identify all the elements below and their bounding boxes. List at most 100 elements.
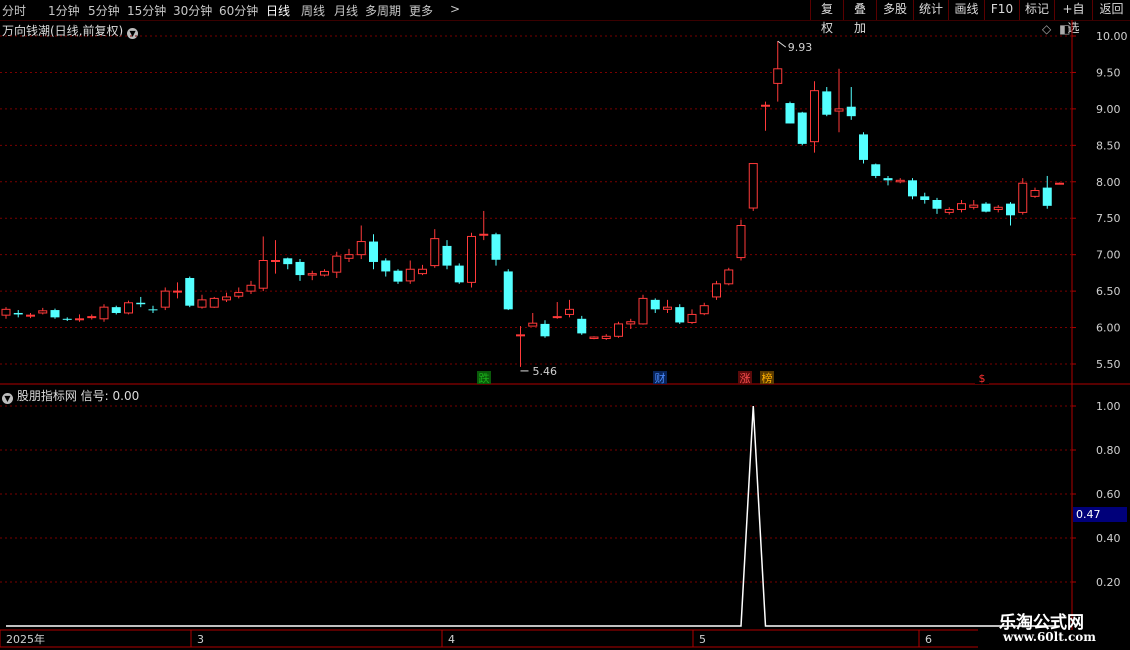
time-axis-label-2: 4 bbox=[448, 633, 455, 646]
candle-body bbox=[381, 260, 391, 272]
candle-body bbox=[932, 200, 942, 209]
candle-body bbox=[13, 312, 23, 315]
candle-body bbox=[687, 313, 697, 323]
event-label-0: 跌 bbox=[479, 371, 490, 385]
indicator-tick-label: 0.60 bbox=[1096, 488, 1121, 501]
watermark: 乐淘公式网 www.60lt.com bbox=[985, 606, 1130, 650]
candle-body bbox=[920, 196, 930, 200]
event-label-1: 财 bbox=[655, 371, 666, 385]
candle-body bbox=[258, 259, 268, 289]
price-tick-label: 10.00 bbox=[1096, 30, 1128, 43]
price-tick-label: 9.50 bbox=[1096, 66, 1121, 79]
signal-line bbox=[6, 405, 1060, 627]
price-tick-label: 5.50 bbox=[1096, 358, 1121, 371]
candle-body bbox=[136, 302, 146, 305]
candle-body bbox=[516, 334, 525, 337]
candle-body bbox=[369, 241, 378, 262]
candle-body bbox=[528, 322, 538, 327]
candle-body bbox=[675, 307, 685, 323]
candle-body bbox=[1018, 182, 1028, 213]
candle-body bbox=[87, 316, 97, 319]
time-axis-label-1: 3 bbox=[197, 633, 204, 646]
candle-body bbox=[454, 265, 464, 283]
candle-body bbox=[1006, 203, 1015, 216]
price-tick-label: 9.00 bbox=[1096, 103, 1121, 116]
candle-body bbox=[271, 259, 280, 262]
candle-body bbox=[761, 104, 770, 107]
candle-body bbox=[626, 321, 636, 325]
indicator-tick-label: 0.20 bbox=[1096, 576, 1121, 589]
kline-chart[interactable]: 10.00 9.50 9.00 8.50 8.00 7.50 7.00 6.50 6.00 5.5… bbox=[0, 0, 1130, 650]
candle-body bbox=[124, 302, 133, 314]
candle-body bbox=[944, 208, 954, 213]
candle-body bbox=[1042, 187, 1052, 206]
candle-body bbox=[748, 163, 758, 209]
candle-body bbox=[38, 310, 48, 314]
indicator-tick-label: 1.00 bbox=[1096, 400, 1121, 413]
candle-body bbox=[442, 245, 452, 266]
watermark-url: www.60lt.com bbox=[1003, 630, 1096, 644]
candle-body bbox=[479, 233, 489, 236]
price-tick-label: 7.00 bbox=[1096, 249, 1121, 262]
candle-body bbox=[1, 308, 11, 316]
price-tick-label: 8.00 bbox=[1096, 176, 1121, 189]
candle-body bbox=[552, 316, 562, 319]
candle-body bbox=[222, 296, 231, 301]
candle-body bbox=[75, 318, 84, 321]
candle-body bbox=[638, 297, 648, 325]
candle-body bbox=[320, 270, 329, 276]
low-marker-label: 5.46 bbox=[533, 365, 558, 378]
time-axis-label-3: 5 bbox=[699, 633, 706, 646]
candle-body bbox=[650, 299, 660, 310]
candle-body bbox=[209, 297, 219, 308]
candle-body bbox=[1055, 182, 1064, 185]
price-tick-label: 6.50 bbox=[1096, 285, 1121, 298]
candle-body bbox=[712, 283, 721, 298]
candle-body bbox=[393, 270, 403, 282]
candle-body bbox=[283, 258, 293, 265]
time-axis-label-0: 2025年 bbox=[6, 632, 45, 646]
candle-body bbox=[773, 68, 783, 84]
candle-body bbox=[614, 323, 623, 337]
candle-body bbox=[62, 318, 72, 320]
candle-body bbox=[332, 255, 342, 273]
indicator-tick-label: 0.80 bbox=[1096, 444, 1121, 457]
price-tick-label: 6.00 bbox=[1096, 322, 1121, 335]
candle-body bbox=[540, 323, 550, 337]
candle-body bbox=[418, 268, 427, 275]
candle-body bbox=[663, 306, 672, 310]
candle-body bbox=[957, 203, 966, 210]
candle-body bbox=[810, 90, 819, 143]
candle-body bbox=[503, 271, 513, 310]
candle-body bbox=[295, 261, 305, 276]
candle-body bbox=[797, 112, 807, 144]
candle-body bbox=[491, 234, 501, 260]
candle-body bbox=[993, 206, 1003, 210]
candle-body bbox=[699, 305, 709, 315]
candle-body bbox=[883, 178, 893, 181]
candle-body bbox=[26, 314, 35, 317]
candle-body bbox=[111, 307, 121, 313]
indicator-current-value: 0.47 bbox=[1073, 507, 1127, 522]
candle-body bbox=[589, 336, 599, 339]
time-axis-label-4: 6 bbox=[925, 633, 932, 646]
candle-body bbox=[197, 299, 207, 308]
candle-body bbox=[871, 164, 881, 176]
candle-body bbox=[185, 277, 195, 306]
candle-body bbox=[405, 268, 415, 282]
event-label-4: $ bbox=[979, 372, 986, 385]
candle-body bbox=[344, 254, 354, 259]
indicator-tick-label: 0.40 bbox=[1096, 532, 1121, 545]
candle-body bbox=[981, 203, 991, 212]
candle-body bbox=[246, 284, 256, 292]
price-tick-label: 7.50 bbox=[1096, 212, 1121, 225]
event-label-2: 涨 bbox=[740, 372, 751, 385]
candle-body bbox=[307, 273, 317, 276]
candle-body bbox=[724, 269, 734, 285]
candle-body bbox=[467, 235, 476, 283]
candle-body bbox=[822, 91, 832, 115]
candle-body bbox=[234, 292, 244, 297]
candle-body bbox=[846, 106, 856, 117]
price-tick-label: 8.50 bbox=[1096, 139, 1121, 152]
candle-body bbox=[99, 306, 109, 320]
